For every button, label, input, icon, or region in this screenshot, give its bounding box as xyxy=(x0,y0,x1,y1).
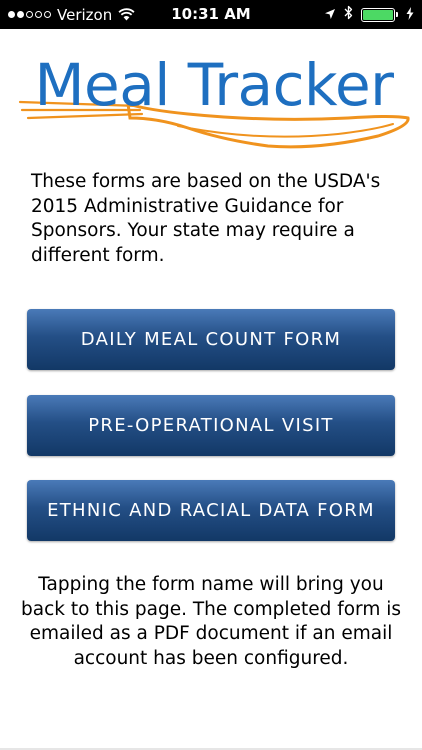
daily-meal-count-form-button[interactable]: DAILY MEAL COUNT FORM xyxy=(27,309,395,370)
battery-level xyxy=(363,9,393,20)
app-logo: Meal Tracker xyxy=(18,48,410,158)
ethnic-and-racial-data-form-button[interactable]: ETHNIC AND RACIAL DATA FORM xyxy=(27,480,395,541)
footer-note: Tapping the form name will bring you bac… xyxy=(20,574,402,669)
bluetooth-icon xyxy=(344,5,353,24)
status-bar: Verizon 10:31 AM xyxy=(0,0,422,29)
location-arrow-icon xyxy=(324,6,336,24)
status-right xyxy=(324,5,414,24)
intro-text: These forms are based on the USDA's 2015… xyxy=(31,171,381,266)
app-title: Meal Tracker xyxy=(34,51,394,119)
battery-icon xyxy=(361,7,398,22)
pre-operational-visit-button[interactable]: PRE-OPERATIONAL VISIT xyxy=(27,395,395,456)
battery-outline xyxy=(361,7,395,22)
charging-bolt-icon xyxy=(406,6,414,24)
battery-cap xyxy=(396,12,398,17)
